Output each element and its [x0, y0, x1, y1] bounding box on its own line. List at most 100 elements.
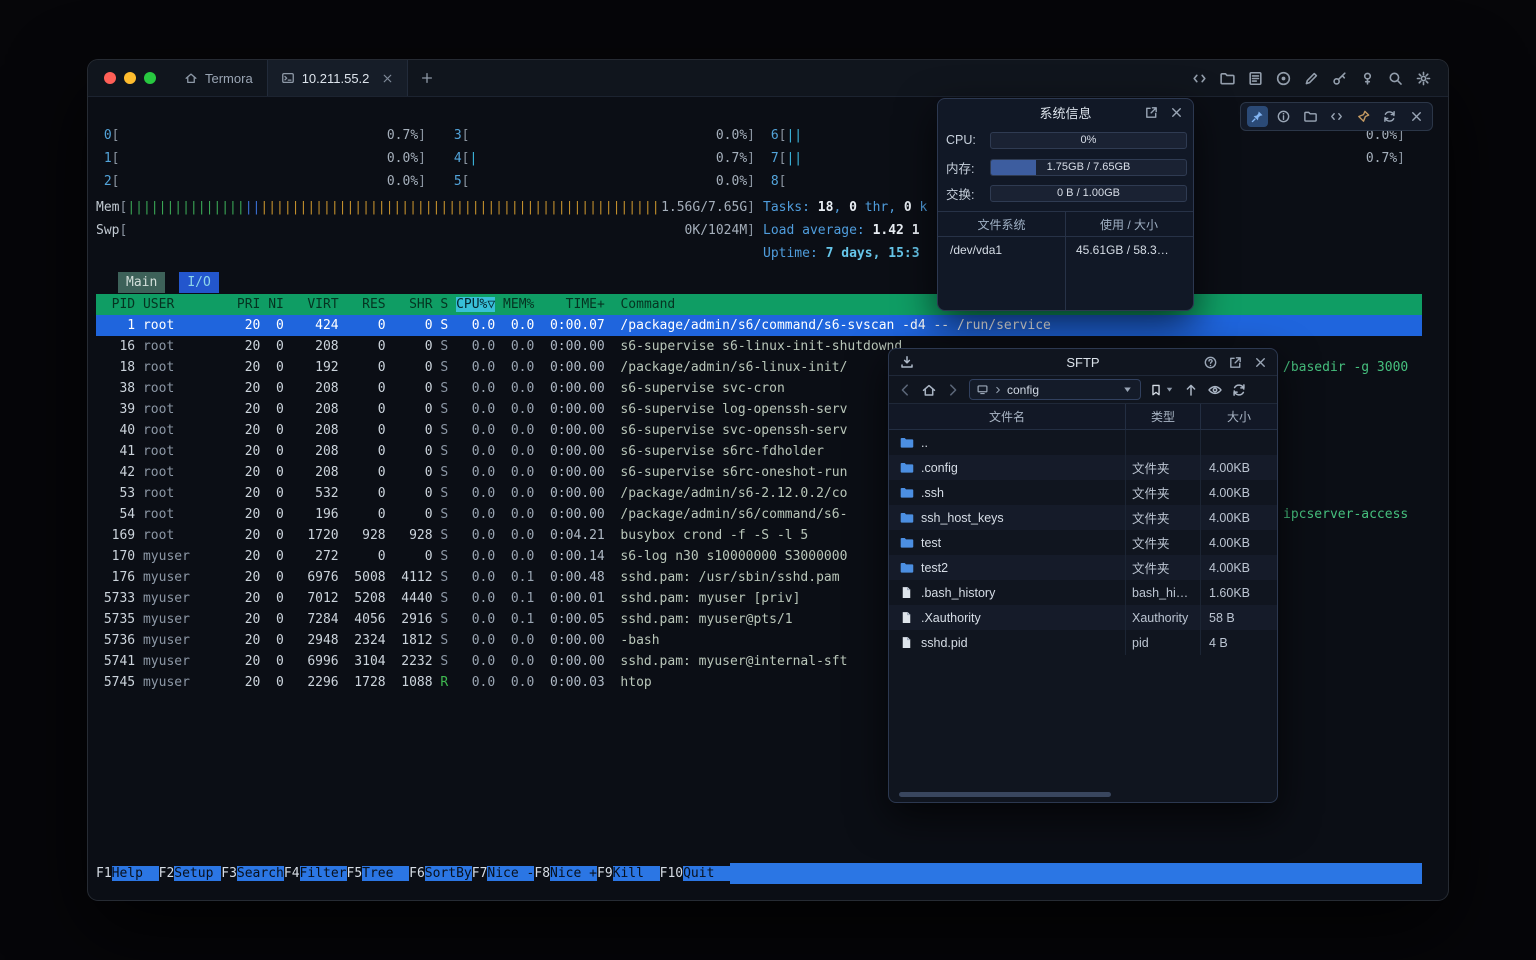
download-icon[interactable] [899, 354, 915, 370]
gear-button[interactable] [1415, 70, 1432, 87]
clean-button[interactable] [1353, 106, 1374, 127]
column-header[interactable]: RES [339, 297, 386, 312]
info-button[interactable] [1273, 106, 1294, 127]
tab-termora[interactable]: Termora [170, 60, 267, 96]
htop-tab-io[interactable]: I/O [179, 272, 218, 293]
code-button[interactable] [1326, 106, 1347, 127]
fkey-f9[interactable]: F9Kill [597, 863, 660, 884]
zoom-window-button[interactable] [144, 72, 156, 84]
new-tab-button[interactable] [408, 60, 446, 96]
scrollbar-thumb[interactable] [899, 792, 1111, 797]
file-row[interactable]: .ssh文件夹4.00KB [889, 480, 1277, 505]
code-button[interactable] [1191, 70, 1208, 87]
key-icon [1331, 70, 1348, 87]
column-header[interactable]: USER [135, 297, 229, 312]
swap-usage-value: 0 B / 1.00GB [991, 186, 1186, 201]
back-button[interactable] [897, 382, 913, 398]
folder-button[interactable] [1219, 70, 1236, 87]
close-button[interactable] [1406, 106, 1427, 127]
refresh-button[interactable] [1231, 382, 1247, 398]
tasks-line: Tasks: 18, 0 thr, 0 k [763, 196, 927, 219]
column-header[interactable]: MEM% [495, 297, 534, 312]
file-row[interactable]: .. [889, 430, 1277, 455]
file-row[interactable]: sshd.pidpid4 B [889, 630, 1277, 655]
forward-button[interactable] [945, 382, 961, 398]
file-name: test2 [921, 561, 948, 575]
file-column-header[interactable]: 文件名 [889, 404, 1126, 429]
doc-button[interactable] [1247, 70, 1264, 87]
minimize-window-button[interactable] [124, 72, 136, 84]
doc-icon [1247, 70, 1264, 87]
path-label: config [1007, 383, 1039, 397]
folder-button[interactable] [1300, 106, 1321, 127]
show-hidden-button[interactable] [1207, 382, 1223, 398]
process-row[interactable]: 1 root 20 0 424 0 0 S 0.0 0.0 0:00.07 /p… [96, 315, 1422, 336]
fkey-f8[interactable]: F8Nice + [534, 863, 597, 884]
up-button[interactable] [1183, 382, 1199, 398]
close-window-button[interactable] [104, 72, 116, 84]
sftp-close-button[interactable] [1253, 355, 1268, 370]
fkey-f5[interactable]: F5Tree [347, 863, 410, 884]
file-size [1201, 430, 1277, 455]
file-column-header[interactable]: 类型 [1126, 404, 1201, 429]
file-row[interactable]: test文件夹4.00KB [889, 530, 1277, 555]
caret-down-icon [1164, 384, 1175, 395]
fkey-f3[interactable]: F3Search [221, 863, 284, 884]
home-button[interactable] [921, 382, 937, 398]
fkey-f7[interactable]: F7Nice - [472, 863, 535, 884]
column-header[interactable]: TIME+ [534, 297, 604, 312]
cpu-meter-4: 4[|0.7%] [446, 147, 755, 170]
file-name: .ssh [921, 486, 944, 500]
sftp-help-button[interactable] [1203, 355, 1218, 370]
fs-column-header[interactable]: 文件系统 [938, 216, 1065, 233]
pin-button[interactable] [1247, 106, 1268, 127]
folder-icon [899, 485, 914, 500]
file-row[interactable]: .config文件夹4.00KB [889, 455, 1277, 480]
key-button[interactable] [1331, 70, 1348, 87]
keyhole-button[interactable] [1359, 70, 1376, 87]
horizontal-scrollbar[interactable] [889, 792, 1277, 798]
folder-icon [899, 435, 914, 450]
column-header[interactable]: Command [605, 297, 675, 312]
sync-button[interactable] [1379, 106, 1400, 127]
sysinfo-close-button[interactable] [1169, 105, 1184, 120]
terminal-icon [281, 71, 295, 85]
column-header[interactable]: SHR [386, 297, 433, 312]
column-header-cpu[interactable]: CPU%▽ [456, 297, 495, 312]
file-table: ...config文件夹4.00KB.ssh文件夹4.00KBssh_host_… [889, 430, 1277, 655]
file-name-cell: .Xauthority [889, 605, 1126, 630]
file-row[interactable]: test2文件夹4.00KB [889, 555, 1277, 580]
file-row[interactable]: .XauthorityXauthority58 B [889, 605, 1277, 630]
column-header[interactable]: PID [96, 297, 135, 312]
column-header[interactable]: S [433, 297, 449, 312]
fkey-f2[interactable]: F2Setup [159, 863, 222, 884]
edit-button[interactable] [1303, 70, 1320, 87]
file-row[interactable]: ssh_host_keys文件夹4.00KB [889, 505, 1277, 530]
search-button[interactable] [1387, 70, 1404, 87]
fkey-f10[interactable]: F10Quit [660, 863, 730, 884]
column-header[interactable]: NI [260, 297, 283, 312]
cpu-usage-row: CPU: 0% [946, 131, 1187, 149]
column-header[interactable]: PRI [229, 297, 260, 312]
htop-tab-main[interactable]: Main [118, 272, 165, 293]
fkey-f4[interactable]: F4Filter [284, 863, 347, 884]
fs-column-header[interactable]: 使用 / 大小 [1065, 216, 1193, 233]
tab-session[interactable]: 10.211.55.2 [267, 60, 409, 96]
info-icon [1276, 109, 1291, 124]
sysinfo-popout-button[interactable] [1144, 105, 1159, 120]
fkey-f1[interactable]: F1Help [96, 863, 159, 884]
path-bar[interactable]: config [969, 379, 1141, 400]
cpu-meter-3: 3[0.0%] [446, 124, 755, 147]
tab-close-icon[interactable] [381, 72, 394, 85]
file-row[interactable]: .bash_historybash_hi…1.60KB [889, 580, 1277, 605]
record-button[interactable] [1275, 70, 1292, 87]
file-size: 4 B [1201, 630, 1277, 655]
file-column-header[interactable]: 大小 [1201, 404, 1277, 429]
process-table-header[interactable]: PID USER PRI NI VIRT RES SHR S CPU%▽ MEM… [96, 294, 1422, 315]
close-icon [1253, 355, 1268, 370]
bookmark-button[interactable] [1149, 383, 1175, 397]
fkey-f6[interactable]: F6SortBy [409, 863, 472, 884]
column-header[interactable]: VIRT [284, 297, 339, 312]
folder-icon [1303, 109, 1318, 124]
sftp-popout-button[interactable] [1228, 355, 1243, 370]
